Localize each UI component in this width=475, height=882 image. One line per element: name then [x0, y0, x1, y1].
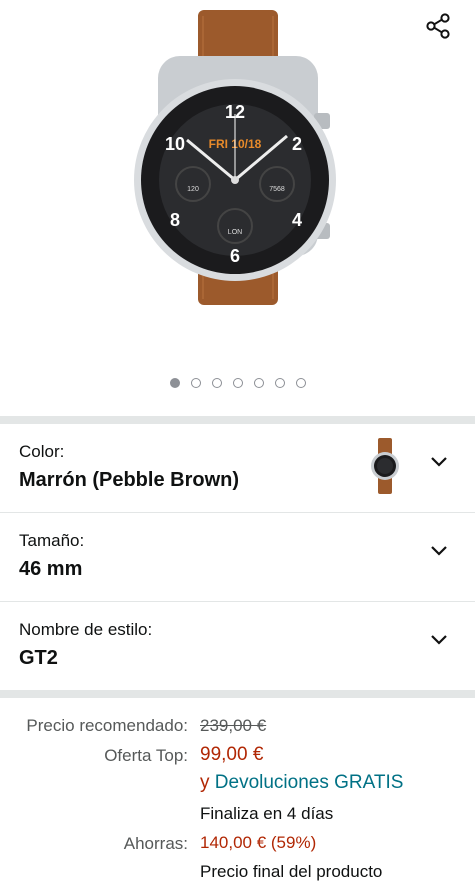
size-label: Tamaño:	[19, 531, 85, 550]
gallery-dot[interactable]	[253, 378, 264, 388]
product-image[interactable]: 12 2 4 6 8 10 FRI 10/18 120 7568 LON	[125, 10, 350, 305]
free-returns: y Devoluciones GRATIS	[200, 772, 403, 794]
numeral-4: 4	[292, 210, 302, 230]
dial-left-value: 120	[187, 186, 199, 193]
gallery-pagination	[0, 378, 475, 388]
free-returns-link[interactable]: Devoluciones GRATIS	[215, 772, 404, 793]
style-label: Nombre de estilo:	[19, 620, 153, 639]
rrp-value: 239,00 €	[200, 716, 267, 735]
offer-label: Oferta Top:	[104, 746, 188, 765]
size-selector[interactable]: Tamaño: 46 mm	[0, 513, 475, 602]
chevron-down-icon[interactable]	[428, 539, 450, 561]
color-selector[interactable]: Color: Marrón (Pebble Brown)	[0, 424, 475, 513]
image-gallery[interactable]: 12 2 4 6 8 10 FRI 10/18 120 7568 LON	[0, 0, 475, 416]
size-value: 46 mm	[19, 558, 83, 580]
final-price-note: Precio final del producto	[200, 862, 383, 881]
dial-bottom-value: LON	[228, 229, 242, 236]
color-thumbnail	[371, 438, 399, 494]
numeral-10: 10	[165, 134, 185, 154]
deal-ends-text: Finaliza en 4 días	[200, 804, 334, 823]
savings-label: Ahorras:	[123, 834, 188, 853]
dial-right-value: 7568	[269, 186, 285, 193]
gallery-dot[interactable]	[169, 378, 180, 388]
variation-selectors: Color: Marrón (Pebble Brown) Tamaño: 46 …	[0, 424, 475, 690]
color-label: Color:	[19, 442, 65, 461]
chevron-down-icon[interactable]	[428, 628, 450, 650]
style-selector[interactable]: Nombre de estilo: GT2	[0, 602, 475, 690]
offer-price: 99,00 €	[200, 744, 264, 765]
color-value: Marrón (Pebble Brown)	[19, 469, 240, 491]
numeral-6: 6	[230, 246, 240, 266]
share-icon[interactable]	[424, 12, 452, 40]
style-value: GT2	[19, 647, 58, 669]
section-divider	[0, 416, 475, 424]
gallery-dot[interactable]	[190, 378, 201, 388]
gallery-dot[interactable]	[211, 378, 222, 388]
chevron-down-icon[interactable]	[428, 450, 450, 472]
rrp-label: Precio recomendado:	[26, 716, 188, 735]
returns-prefix: y	[200, 772, 210, 793]
numeral-2: 2	[292, 134, 302, 154]
gallery-dot[interactable]	[295, 378, 306, 388]
gallery-dot[interactable]	[232, 378, 243, 388]
gallery-dot[interactable]	[274, 378, 285, 388]
section-divider	[0, 690, 475, 698]
savings-value: 140,00 € (59%)	[200, 833, 317, 852]
numeral-8: 8	[170, 210, 180, 230]
